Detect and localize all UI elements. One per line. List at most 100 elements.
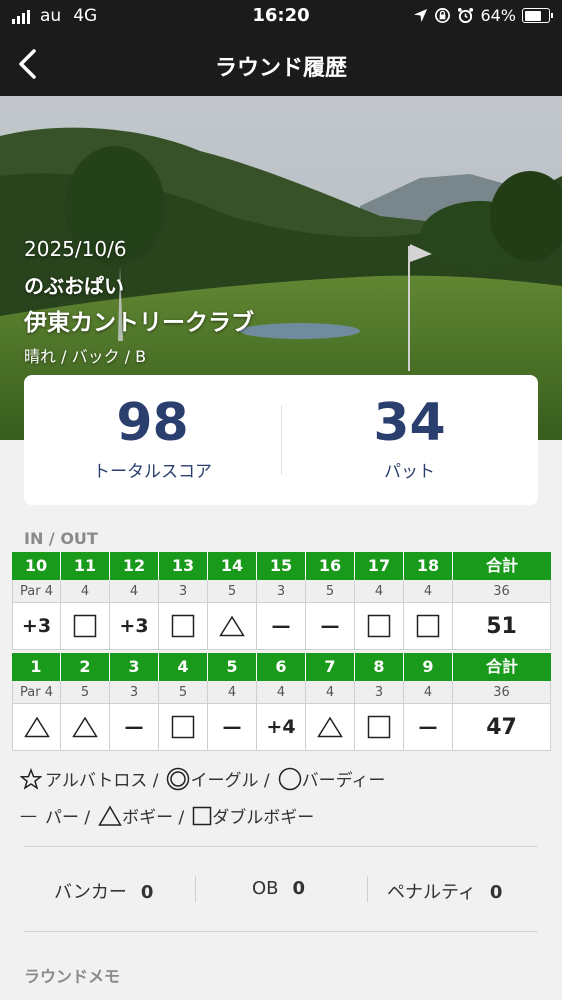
total-header: 合計 xyxy=(453,552,551,580)
hole-result[interactable]: +3 xyxy=(12,603,61,650)
hole-number: 7 xyxy=(306,653,355,681)
hole-result[interactable] xyxy=(61,603,110,650)
hole-result[interactable]: +3 xyxy=(110,603,159,650)
location-icon xyxy=(414,8,428,23)
stat-separator xyxy=(367,876,368,902)
par-cell: 3 xyxy=(355,681,404,704)
triangle-icon xyxy=(72,716,98,738)
circle-icon xyxy=(278,767,301,790)
legend-bogey: ボギー / xyxy=(122,808,185,828)
square-icon xyxy=(171,715,195,739)
penalty-label: ペナルティ xyxy=(387,882,476,903)
par-cell: Par 4 xyxy=(12,580,61,603)
round-conditions: 晴れ / バック / B xyxy=(24,347,147,366)
triangle-icon xyxy=(98,805,122,826)
square-icon xyxy=(416,614,440,638)
par-total: 36 xyxy=(453,580,551,603)
alarm-icon xyxy=(458,7,474,24)
triangle-icon xyxy=(317,716,343,738)
ob-stat: OB 0 xyxy=(252,878,305,899)
total-score-label: トータルスコア xyxy=(93,462,212,482)
score-total: 51 xyxy=(453,603,551,650)
par-dash-icon: — xyxy=(20,805,37,826)
par-cell: 4 xyxy=(208,681,257,704)
hole-result[interactable] xyxy=(355,704,404,751)
course-name: 伊東カントリークラブ xyxy=(24,310,254,336)
ob-value: 0 xyxy=(292,878,306,899)
hole-number: 4 xyxy=(159,653,208,681)
stat-separator xyxy=(195,876,196,902)
legend-eagle: イーグル / xyxy=(190,771,270,791)
battery-percent: 64% xyxy=(480,6,516,25)
total-score-value: 98 xyxy=(116,393,189,453)
triangle-icon xyxy=(219,615,245,637)
bunker-stat: バンカー 0 xyxy=(54,878,153,904)
hole-result[interactable]: — xyxy=(110,704,159,751)
hole-number: 17 xyxy=(355,552,404,580)
hole-number: 10 xyxy=(12,552,61,580)
hole-result[interactable] xyxy=(159,704,208,751)
par-cell: 3 xyxy=(110,681,159,704)
legend-row-2: — パー / ボギー / ダブルボギー xyxy=(20,803,314,828)
legend-row-1: アルバトロス / イーグル / バーディー xyxy=(20,766,385,791)
hole-result-text: — xyxy=(222,716,242,738)
par-cell: 4 xyxy=(110,580,159,603)
square-icon xyxy=(193,806,212,825)
nav-bar: ラウンド履歴 xyxy=(0,33,562,96)
scorecard-out: 1 2 3 4 5 6 7 8 9 合計 Par 4 5 3 5 4 4 4 3 4 36— — +4—47 xyxy=(12,653,551,751)
hole-number: 13 xyxy=(159,552,208,580)
hole-result[interactable]: +4 xyxy=(257,704,306,751)
hole-result[interactable] xyxy=(159,603,208,650)
hole-result[interactable] xyxy=(208,603,257,650)
hole-number: 12 xyxy=(110,552,159,580)
hole-result[interactable]: — xyxy=(208,704,257,751)
hole-result-text: — xyxy=(320,615,340,637)
hole-number: 6 xyxy=(257,653,306,681)
hole-number: 5 xyxy=(208,653,257,681)
par-cell: Par 4 xyxy=(12,681,61,704)
legend-par: パー / xyxy=(45,808,91,828)
scorecard-title: IN / OUT xyxy=(24,529,98,548)
hole-result-text: — xyxy=(124,716,144,738)
round-date: 2025/10/6 xyxy=(24,237,127,261)
par-cell: 3 xyxy=(159,580,208,603)
double-circle-icon xyxy=(167,767,190,790)
hole-number: 1 xyxy=(12,653,61,681)
par-cell: 5 xyxy=(159,681,208,704)
hole-result[interactable] xyxy=(404,603,453,650)
score-summary-card: 98 トータルスコア 34 パット xyxy=(24,375,538,505)
hole-result-text: +4 xyxy=(266,716,296,738)
square-icon xyxy=(73,614,97,638)
battery-icon xyxy=(522,8,553,23)
hole-result[interactable]: — xyxy=(404,704,453,751)
hole-result[interactable] xyxy=(306,704,355,751)
bunker-label: バンカー xyxy=(54,882,127,903)
scorecard-in: 10 11 12 13 14 15 16 17 18 合計 Par 4 4 4 3 5 3 5 4 4 36 +3 +3—… xyxy=(12,552,551,650)
hole-result[interactable] xyxy=(12,704,61,751)
hole-number: 2 xyxy=(61,653,110,681)
bunker-value: 0 xyxy=(140,882,154,903)
rotation-lock-icon xyxy=(435,8,451,23)
par-cell: 4 xyxy=(61,580,110,603)
hole-result[interactable]: — xyxy=(257,603,306,650)
square-icon xyxy=(367,614,391,638)
hole-result[interactable]: — xyxy=(306,603,355,650)
hole-result[interactable] xyxy=(355,603,404,650)
par-cell: 5 xyxy=(306,580,355,603)
par-cell: 3 xyxy=(257,580,306,603)
par-cell: 4 xyxy=(355,580,404,603)
putts-value: 34 xyxy=(373,393,446,453)
hole-number: 3 xyxy=(110,653,159,681)
star-icon xyxy=(20,767,42,790)
putts-label: パット xyxy=(384,462,435,482)
square-icon xyxy=(171,614,195,638)
square-icon xyxy=(367,715,391,739)
score-total: 47 xyxy=(453,704,551,751)
penalty-value: 0 xyxy=(489,882,503,903)
penalty-stat: ペナルティ 0 xyxy=(387,878,502,904)
player-name: のぶおぱい xyxy=(24,274,124,298)
hole-number: 8 xyxy=(355,653,404,681)
hole-number: 9 xyxy=(404,653,453,681)
hole-result[interactable] xyxy=(61,704,110,751)
legend-birdie: バーディー xyxy=(301,771,386,791)
